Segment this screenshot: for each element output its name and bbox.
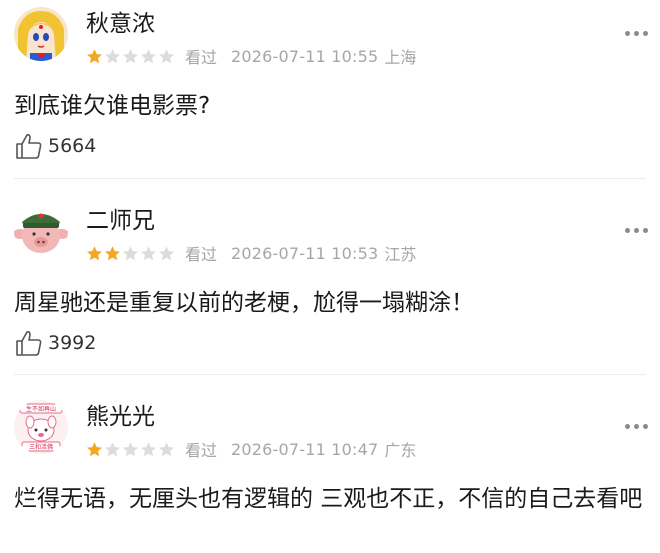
svg-text:生不如再山: 生不如再山 — [26, 405, 56, 413]
star-empty-icon — [159, 441, 174, 456]
username[interactable]: 秋意浓 — [86, 9, 155, 39]
more-options-icon[interactable] — [625, 31, 648, 36]
star-rating — [86, 245, 175, 262]
more-options-icon[interactable] — [625, 424, 648, 429]
review-location: 江苏 — [384, 245, 417, 264]
watch-status: 看过 — [185, 441, 218, 460]
star-empty-icon — [141, 245, 156, 260]
star-empty-icon — [123, 48, 138, 63]
review-datetime: 2026-07-11 10:47 — [231, 439, 379, 459]
review-location: 上海 — [384, 48, 417, 67]
star-filled-icon — [87, 441, 102, 456]
review-content: 烂得无语，无厘头也有逻辑的 三观也不正，不信的自己去看吧 — [14, 486, 643, 512]
like-button[interactable]: 5664 — [14, 131, 96, 161]
username[interactable]: 熊光光 — [86, 402, 155, 432]
review-meta: 看过 2026-07-11 10:47 广东 — [86, 438, 416, 460]
thumbs-up-icon — [16, 331, 42, 356]
user-avatar[interactable]: 生不如再山 三和活佛 — [14, 400, 68, 454]
review-datetime: 2026-07-11 10:55 — [231, 46, 379, 66]
watch-status: 看过 — [185, 245, 218, 264]
star-empty-icon — [105, 48, 120, 63]
review-meta: 看过 2026-07-11 10:53 江苏 — [86, 242, 416, 264]
star-empty-icon — [123, 441, 138, 456]
username[interactable]: 二师兄 — [86, 206, 155, 236]
review-content: 到底谁欠谁电影票? — [14, 93, 211, 119]
review-content: 周星驰还是重复以前的老梗，尬得一塌糊涂！ — [14, 290, 474, 316]
like-count: 3992 — [48, 332, 97, 354]
star-empty-icon — [141, 48, 156, 63]
user-avatar[interactable] — [14, 7, 68, 61]
star-filled-icon — [87, 245, 102, 260]
star-empty-icon — [123, 245, 138, 260]
user-avatar[interactable] — [14, 204, 68, 258]
svg-text:三和活佛: 三和活佛 — [29, 443, 53, 451]
star-rating — [86, 48, 175, 65]
star-filled-icon — [105, 245, 120, 260]
star-empty-icon — [141, 441, 156, 456]
more-options-icon[interactable] — [625, 228, 648, 233]
star-empty-icon — [159, 245, 174, 260]
review-datetime: 2026-07-11 10:53 — [231, 243, 379, 263]
divider — [14, 178, 646, 179]
review-location: 广东 — [384, 441, 417, 460]
star-filled-icon — [87, 48, 102, 63]
star-empty-icon — [159, 48, 174, 63]
star-rating — [86, 441, 175, 458]
divider — [14, 374, 646, 375]
star-empty-icon — [105, 441, 120, 456]
like-count: 5664 — [48, 135, 97, 157]
like-button[interactable]: 3992 — [14, 328, 96, 358]
review-meta: 看过 2026-07-11 10:55 上海 — [86, 45, 416, 67]
thumbs-up-icon — [16, 134, 42, 159]
watch-status: 看过 — [185, 48, 218, 67]
